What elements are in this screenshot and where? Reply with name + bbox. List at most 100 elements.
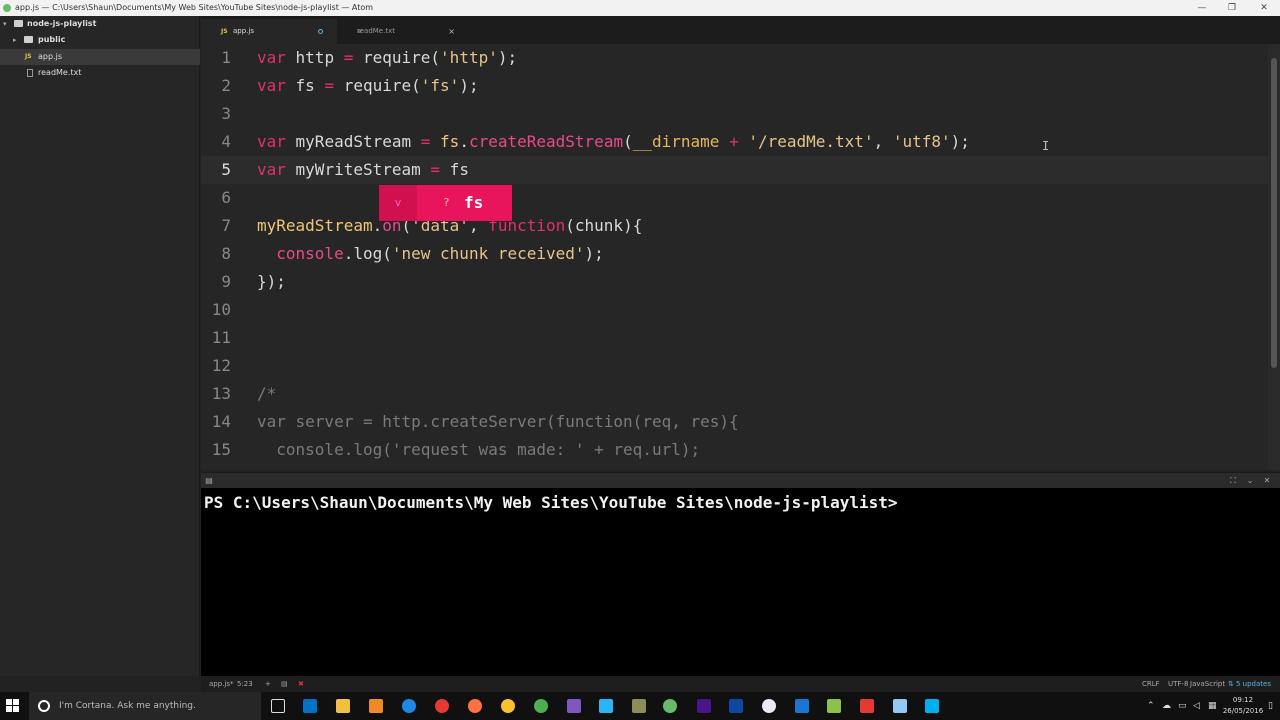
window-title: app.js — C:\Users\Shaun\Documents\My Web…: [15, 3, 374, 12]
clock-date: 26/05/2016: [1222, 707, 1264, 715]
tab-readme[interactable]: ≡ readMe.txt ×: [337, 19, 463, 44]
opera-icon[interactable]: [435, 699, 449, 713]
code-line: var myReadStream = fs.createReadStream(_…: [257, 132, 970, 151]
photoshop-icon[interactable]: [729, 699, 743, 713]
folder-icon: [24, 36, 33, 43]
line-number: 3: [221, 104, 231, 123]
terminal-list-icon[interactable]: ▤: [281, 676, 288, 692]
code-line: var myWriteStream = fs: [257, 160, 469, 179]
tab-app-js[interactable]: JS app.js: [201, 19, 337, 44]
obs-icon[interactable]: [762, 699, 776, 713]
autocomplete-popup[interactable]: v ? fs: [379, 185, 512, 221]
terminal-icon: ▤: [205, 476, 213, 485]
status-cursor-position[interactable]: 5:23: [237, 676, 253, 692]
app-icon[interactable]: [632, 699, 646, 713]
task-view-icon[interactable]: [271, 699, 285, 713]
js-file-icon: JS: [25, 53, 32, 60]
tree-root-folder[interactable]: ▾ node-js-playlist: [0, 16, 200, 32]
tree-item-public[interactable]: ▸ public: [0, 32, 200, 48]
tree-item-app-js[interactable]: JS app.js: [0, 49, 200, 65]
maximize-terminal-icon[interactable]: ⛶: [1228, 476, 1238, 485]
atom-taskbar-icon[interactable]: [663, 699, 677, 713]
tab-label: readMe.txt: [357, 27, 395, 35]
scrollbar-thumb[interactable]: [1271, 58, 1277, 368]
tab-bar: JS app.js ≡ readMe.txt ×: [201, 16, 1280, 44]
edge-icon[interactable]: [402, 699, 416, 713]
folder-icon: [14, 20, 23, 27]
close-terminal-icon[interactable]: ✕: [1262, 476, 1272, 485]
line-number: 1: [221, 48, 231, 67]
power-icon[interactable]: ▭: [1178, 692, 1187, 720]
start-button[interactable]: [6, 699, 20, 713]
tree-view: ▾ node-js-playlist ▸ public JS app.js re…: [0, 16, 200, 676]
code-line: console.log('new chunk received');: [276, 244, 604, 263]
app-icon[interactable]: [860, 699, 874, 713]
close-window-button[interactable]: ✕: [1248, 0, 1280, 16]
add-terminal-icon[interactable]: +: [265, 676, 271, 692]
js-file-icon: JS: [221, 28, 228, 35]
terminal-prompt: PS C:\Users\Shaun\Documents\My Web Sites…: [204, 493, 898, 512]
tree-root-label: node-js-playlist: [27, 19, 97, 28]
file-explorer-icon[interactable]: [336, 699, 350, 713]
media-player-icon[interactable]: [795, 699, 809, 713]
modified-indicator-icon: [318, 29, 323, 34]
network-icon[interactable]: ☁: [1162, 692, 1171, 720]
minimize-terminal-icon[interactable]: ⌄: [1245, 476, 1255, 485]
chevron-down-icon: ▾: [3, 20, 7, 28]
app-icon[interactable]: [893, 699, 907, 713]
premiere-icon[interactable]: [697, 699, 711, 713]
shield-icon[interactable]: [827, 699, 841, 713]
notifications-icon[interactable]: ▯: [1268, 692, 1273, 720]
line-number: 8: [221, 244, 231, 263]
close-all-terminals-icon[interactable]: ✖: [298, 676, 304, 692]
keyboard-icon[interactable]: ▦: [1208, 692, 1217, 720]
tree-item-readme[interactable]: readMe.txt: [0, 65, 200, 81]
chrome-icon[interactable]: [534, 699, 548, 713]
app-icon[interactable]: [599, 699, 613, 713]
terminal-panel[interactable]: PS C:\Users\Shaun\Documents\My Web Sites…: [201, 488, 1280, 676]
clock-time: 09:12: [1232, 696, 1254, 704]
chevron-up-icon[interactable]: ⌃: [1147, 692, 1155, 720]
line-number: 5: [221, 160, 231, 179]
terminal-header: ▤ ⛶ ⌄ ✕: [201, 472, 1280, 488]
firefox-icon[interactable]: [468, 699, 482, 713]
tree-item-label: public: [38, 35, 66, 44]
line-number: 9: [221, 272, 231, 291]
windows-taskbar: I'm Cortana. Ask me anything. ⌃ ☁ ▭ ◁ ▦ …: [0, 692, 1280, 720]
minimize-button[interactable]: —: [1186, 0, 1218, 16]
outlook-icon[interactable]: [303, 699, 317, 713]
taskbar-clock[interactable]: 09:12 26/05/2016: [1222, 695, 1264, 717]
code-line: /*: [257, 384, 277, 403]
status-file[interactable]: app.js*: [209, 676, 234, 692]
code-line: var http = require('http');: [257, 48, 518, 67]
chrome-canary-icon[interactable]: [501, 699, 515, 713]
updates-icon: ⇅: [1228, 680, 1234, 688]
status-line-ending[interactable]: CRLF: [1142, 676, 1160, 692]
volume-icon[interactable]: ◁: [1193, 692, 1200, 720]
status-grammar[interactable]: JavaScript: [1190, 676, 1225, 692]
editor-scrollbar[interactable]: [1268, 44, 1280, 470]
line-number: 4: [221, 132, 231, 151]
visual-studio-icon[interactable]: [567, 699, 581, 713]
line-number: 14: [211, 412, 231, 431]
tree-item-label: readMe.txt: [38, 68, 82, 77]
text-file-icon: [27, 69, 33, 77]
cortana-placeholder: I'm Cortana. Ask me anything.: [59, 701, 196, 711]
line-number: 7: [221, 216, 231, 235]
store-icon[interactable]: [369, 699, 383, 713]
text-cursor-icon: I: [1042, 139, 1050, 153]
status-encoding[interactable]: UTF-8: [1168, 676, 1188, 692]
cortana-search-box[interactable]: I'm Cortana. Ask me anything.: [29, 692, 261, 720]
line-number: 2: [221, 76, 231, 95]
line-number: 12: [211, 356, 231, 375]
autocomplete-suggestion[interactable]: fs: [464, 185, 483, 221]
close-tab-icon[interactable]: ×: [448, 19, 455, 44]
restore-button[interactable]: ❐: [1216, 0, 1248, 16]
window-titlebar: app.js — C:\Users\Shaun\Documents\My Web…: [0, 0, 1280, 16]
status-updates[interactable]: 5 updates: [1236, 676, 1271, 692]
skype-icon[interactable]: [925, 699, 939, 713]
code-line: var server = http.createServer(function(…: [257, 412, 739, 431]
code-editor[interactable]: 1 2 3 4 5 6 7 8 9 10 11 12 13 14 15 var http = require…: [201, 44, 1268, 470]
code-line: });: [257, 272, 286, 291]
variable-type-icon: v: [379, 185, 417, 221]
